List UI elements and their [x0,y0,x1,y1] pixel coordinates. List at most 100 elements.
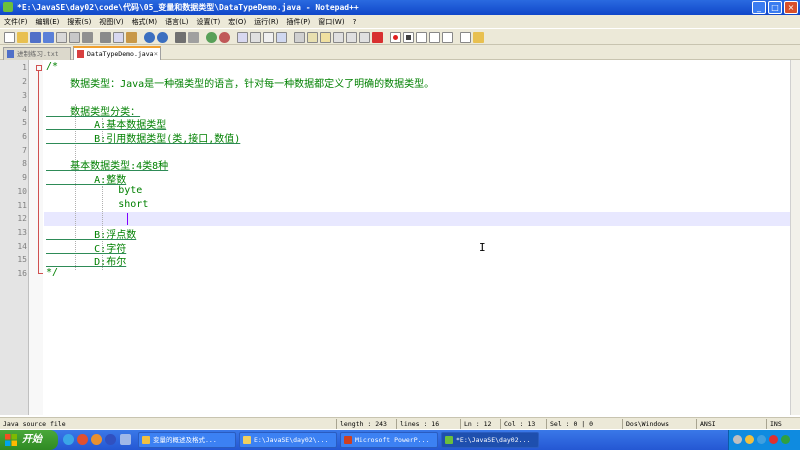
folder-workspace-icon[interactable] [346,32,357,43]
play-macro-icon[interactable] [416,32,427,43]
status-file-type: Java source file [3,420,66,428]
tab-datatypedemo[interactable]: DataTypeDemo.java × [73,46,161,60]
start-button[interactable]: 开始 [0,430,58,450]
app-quicklaunch-icon[interactable] [91,434,102,445]
status-eol-format: Dos\Windows [622,419,696,429]
line-number: 7 [22,146,27,155]
fold-all-icon[interactable] [294,32,305,43]
system-tray [728,430,800,450]
code-line: 基本数据类型:4类8种 [46,161,169,172]
menu-settings[interactable]: 设置(T) [192,17,224,27]
menu-help[interactable]: ? [349,18,361,26]
tab-jinzhi-lianxi[interactable]: 进制练习.txt [3,47,71,60]
taskbar-button-label: 变量的概述及格式... [153,436,217,444]
sync-scroll-icon[interactable] [237,32,248,43]
indent-guide-icon[interactable] [276,32,287,43]
print-icon[interactable] [82,32,93,43]
menu-run[interactable]: 运行(R) [250,17,282,27]
zoom-out-icon[interactable] [219,32,230,43]
editor[interactable]: 1 2 3 4 5 6 7 8 9 10 11 12 13 14 15 16 /… [0,60,790,415]
save-all-icon[interactable] [43,32,54,43]
word-wrap-icon[interactable] [250,32,261,43]
windows-flag-icon [5,434,17,446]
save-macro-icon[interactable] [442,32,453,43]
ie-quicklaunch-icon[interactable] [63,434,74,445]
unfold-all-icon[interactable] [307,32,318,43]
app2-quicklaunch-icon[interactable] [105,434,116,445]
tab-label: 进制练习.txt [17,50,59,58]
line-number: 12 [17,214,27,223]
code-line: short [46,199,149,210]
open-file-icon[interactable] [17,32,28,43]
close-all-icon[interactable] [69,32,80,43]
redo-icon[interactable] [157,32,168,43]
menu-format[interactable]: 格式(M) [128,17,162,27]
menu-search[interactable]: 搜索(S) [63,17,95,27]
maximize-button[interactable]: □ [768,1,782,14]
line-number: 2 [22,77,27,86]
vertical-scrollbar[interactable] [790,60,800,415]
copy-icon[interactable] [113,32,124,43]
find-icon[interactable] [175,32,186,43]
fold-margin[interactable] [29,60,43,415]
code-line: B:浮点数 [46,230,137,241]
line-number: 11 [17,201,27,210]
new-file-icon[interactable] [4,32,15,43]
record-macro-icon[interactable] [390,32,401,43]
taskbar-button-notepadpp[interactable]: *E:\JavaSE\day02... [441,432,539,448]
menu-macro[interactable]: 宏(O) [224,17,250,27]
taskbar-button-explorer[interactable]: E:\JavaSE\day02\... [239,432,337,448]
line-number: 5 [22,118,27,127]
save-icon[interactable] [30,32,41,43]
show-all-chars-icon[interactable] [263,32,274,43]
notepadpp-app-icon[interactable] [3,2,13,12]
fold-toggle-icon[interactable] [36,65,42,71]
folder-icon [243,436,251,444]
close-file-icon[interactable] [56,32,67,43]
line-number: 1 [22,63,27,72]
menu-language[interactable]: 语言(L) [161,17,192,27]
tray-security-icon[interactable] [781,435,790,444]
menu-file[interactable]: 文件(F) [0,17,32,27]
cut-icon[interactable] [100,32,111,43]
taskbar-button-powerpoint[interactable]: Microsoft PowerP... [340,432,438,448]
menu-view[interactable]: 视图(V) [95,17,127,27]
taskbar: 开始 变量的概述及格式... E:\JavaSE\day02\... Micro… [0,430,800,450]
menu-edit[interactable]: 编辑(E) [32,17,64,27]
play-macro-multiple-icon[interactable] [429,32,440,43]
close-button[interactable]: × [784,1,798,14]
title-bar: *E:\JavaSE\day02\code\代码\05_变量和数据类型\Data… [0,0,800,15]
document-map-icon[interactable] [320,32,331,43]
tab-close-icon[interactable]: × [154,48,158,60]
tray-volume-icon[interactable] [757,435,766,444]
undo-icon[interactable] [144,32,155,43]
code-line: A:整数 [46,175,127,186]
powerpoint-icon [344,436,352,444]
plugin-icon[interactable] [473,32,484,43]
fold-end-mark [38,273,43,274]
menu-window[interactable]: 窗口(W) [314,17,348,27]
monitoring-icon[interactable] [359,32,370,43]
taskbar-button-label: Microsoft PowerP... [355,436,430,444]
stop-macro-icon[interactable] [403,32,414,43]
tray-network-icon[interactable] [733,435,742,444]
code-line: /* [46,61,59,72]
status-bar: Java source file length : 243 lines : 16… [0,417,800,429]
minimize-button[interactable]: _ [752,1,766,14]
code-line: byte [46,185,143,196]
player-quicklaunch-icon[interactable] [77,434,88,445]
spell-check-icon[interactable] [460,32,471,43]
show-desktop-icon[interactable] [120,434,131,445]
pen-icon[interactable] [372,32,383,43]
menu-plugins[interactable]: 插件(P) [283,17,315,27]
status-insert-mode: INS [766,419,800,429]
code-line: A:基本数据类型 [46,120,167,131]
code-line: B:引用数据类型(类,接口,数值) [46,134,241,145]
taskbar-button-word[interactable]: 变量的概述及格式... [138,432,236,448]
replace-icon[interactable] [188,32,199,43]
tray-app-icon[interactable] [745,435,754,444]
paste-icon[interactable] [126,32,137,43]
function-list-icon[interactable] [333,32,344,43]
tray-record-icon[interactable] [769,435,778,444]
zoom-in-icon[interactable] [206,32,217,43]
